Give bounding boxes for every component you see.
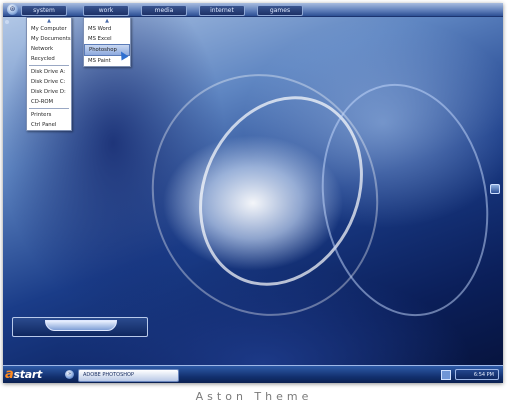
menu-tab-media[interactable]: media <box>141 5 187 16</box>
menu-item-recycled[interactable]: Recycled <box>27 54 71 64</box>
menu-item-ms-excel[interactable]: MS Excel <box>84 34 130 44</box>
dock-panel-handle[interactable] <box>45 320 117 331</box>
caption: Aston Theme <box>195 390 313 403</box>
side-toggle-icon[interactable] <box>490 184 500 194</box>
menu-item-disk-d[interactable]: Disk Drive D: <box>27 87 71 97</box>
app-orb-icon[interactable]: ⊛ <box>7 4 18 15</box>
menu-tab-games[interactable]: games <box>257 5 303 16</box>
menu-item-printers[interactable]: Printers <box>27 110 71 120</box>
task-nav-icon[interactable]: » <box>65 370 74 379</box>
menu-separator <box>29 65 69 66</box>
menu-separator <box>29 108 69 109</box>
system-menu: ▲ My Computer My Documents Network Recyc… <box>26 17 72 131</box>
top-menu-bar: ⊛ system work media internet games <box>3 3 503 17</box>
tray-icon[interactable] <box>441 370 451 380</box>
menu-item-my-documents[interactable]: My Documents <box>27 34 71 44</box>
taskbar: astart » ADOBE PHOTOSHOP 6:54 PM <box>3 365 503 383</box>
menu-tab-system[interactable]: system <box>21 5 67 16</box>
menu-item-cd-rom[interactable]: CD-ROM <box>27 97 71 107</box>
menu-tab-internet[interactable]: internet <box>199 5 245 16</box>
menu-tab-work[interactable]: work <box>83 5 129 16</box>
work-menu: ▲ MS Word MS Excel Photoshop MS Paint <box>83 17 131 67</box>
side-handle-icon[interactable] <box>5 20 9 24</box>
menu-item-my-computer[interactable]: My Computer <box>27 24 71 34</box>
menu-item-network[interactable]: Network <box>27 44 71 54</box>
menu-item-ctrl-panel[interactable]: Ctrl Panel <box>27 120 71 130</box>
screenshot-frame: ⊛ system work media internet games ▲ My … <box>3 3 503 383</box>
dock-panel[interactable] <box>12 317 148 337</box>
menu-item-disk-a[interactable]: Disk Drive A: <box>27 67 71 77</box>
menu-item-ms-word[interactable]: MS Word <box>84 24 130 34</box>
clock: 6:54 PM <box>455 369 499 380</box>
menu-item-disk-c[interactable]: Disk Drive C: <box>27 77 71 87</box>
task-photoshop[interactable]: ADOBE PHOTOSHOP <box>78 369 179 382</box>
start-label: start <box>13 368 42 381</box>
start-button[interactable]: astart <box>5 367 47 383</box>
